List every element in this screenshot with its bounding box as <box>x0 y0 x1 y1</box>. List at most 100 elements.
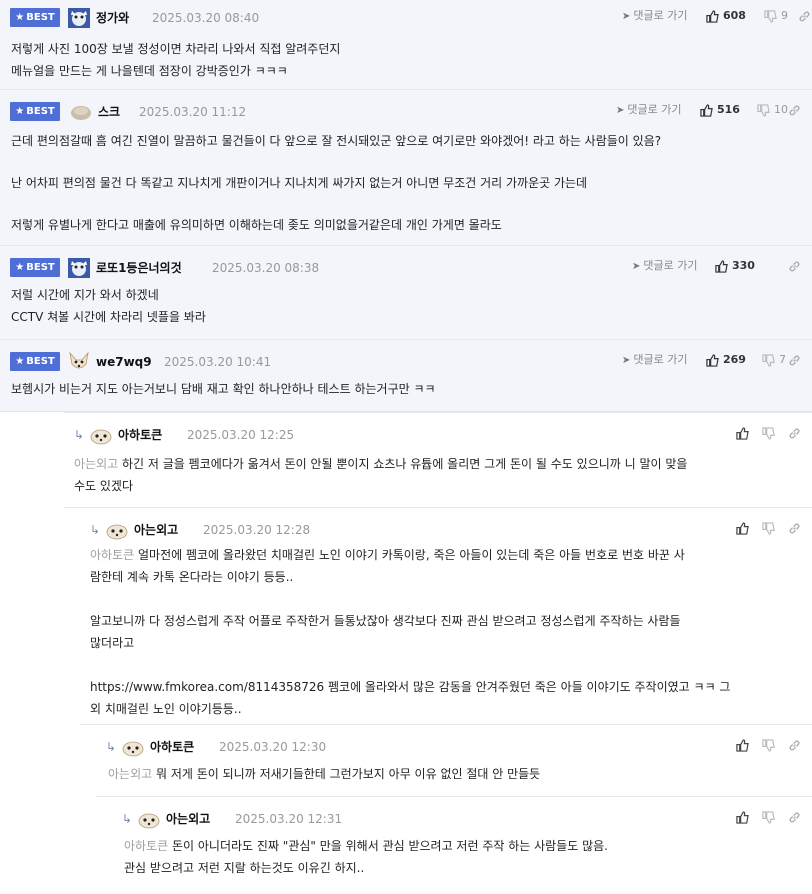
avatar[interactable] <box>68 8 90 28</box>
reply-target[interactable]: 아하토큰 <box>124 839 168 853</box>
dislike-button[interactable]: 9 <box>764 8 788 24</box>
best-badge: ★ BEST <box>10 352 60 371</box>
avatar[interactable] <box>70 102 92 122</box>
link-icon[interactable] <box>788 260 801 273</box>
reply-link[interactable]: ➤ 댓글로 가기 <box>622 8 688 25</box>
nickname[interactable]: 정가와 <box>96 8 129 28</box>
reply-arrow-icon: ↳ <box>74 428 85 442</box>
avatar[interactable] <box>106 522 128 540</box>
thumbs-up-icon[interactable] <box>736 522 749 535</box>
comment-date: 2025.03.20 12:30 <box>219 740 327 754</box>
send-arrow-icon: ➤ <box>622 11 631 22</box>
avatar[interactable] <box>138 811 160 829</box>
thumbs-down-icon[interactable] <box>762 427 775 440</box>
dislike-button[interactable]: 7 <box>762 352 786 368</box>
link-icon[interactable] <box>798 10 811 23</box>
nickname[interactable]: 아하토큰 <box>118 425 162 445</box>
thumbs-up-icon <box>715 259 728 273</box>
comment-date: 2025.03.20 08:40 <box>152 11 260 25</box>
comment-date: 2025.03.20 12:31 <box>235 812 343 826</box>
star-icon: ★ <box>15 356 25 367</box>
reply-arrow-icon: ↳ <box>90 523 101 537</box>
star-icon: ★ <box>15 262 25 273</box>
comment-header: ↳ 아하토큰 2025.03.20 12:25 <box>74 425 812 445</box>
dislike-button[interactable]: 10 <box>757 102 788 118</box>
thumbs-up-icon[interactable] <box>736 739 749 752</box>
nickname[interactable]: 아하토큰 <box>150 737 194 757</box>
thumbs-down-icon <box>757 103 770 117</box>
thumbs-up-icon <box>700 103 713 117</box>
like-button[interactable]: 516 <box>700 102 740 118</box>
thumbs-up-icon[interactable] <box>736 811 749 824</box>
comment-header: ★ BEST 스크 2025.03.20 11:12 ➤ 댓글로 가기 516 10 <box>10 102 812 122</box>
reply-arrow-icon: ↳ <box>122 812 133 826</box>
comment-date: 2025.03.20 12:28 <box>203 523 311 537</box>
thumbs-down-icon[interactable] <box>762 811 775 824</box>
reply-arrow-icon: ↳ <box>106 740 117 754</box>
like-button[interactable]: 269 <box>706 352 746 368</box>
thumbs-up-icon[interactable] <box>736 427 749 440</box>
best-comment: ★ BEST we7wq9 2025.03.20 10:41 ➤ 댓글로 가기 26… <box>0 340 812 412</box>
thumbs-up-icon <box>706 9 719 23</box>
star-icon: ★ <box>15 106 25 117</box>
reply-target[interactable]: 아는외고 <box>108 767 152 781</box>
comment-body: 아하토큰 얼마전에 펨코에 올라왔던 치매걸린 노인 이야기 카톡이랑, 죽은 … <box>90 548 731 716</box>
comment-header: ↳ 아는외고 2025.03.20 12:28 <box>90 520 812 540</box>
best-comment: ★ BEST 스크 2025.03.20 11:12 ➤ 댓글로 가기 516 10… <box>0 90 812 246</box>
nickname[interactable]: 아는외고 <box>134 520 178 540</box>
link-icon[interactable] <box>788 522 801 535</box>
comment-date: 2025.03.20 12:25 <box>187 428 295 442</box>
best-comment: ★ BEST 정가와 2025.03.20 08:40 ➤ 댓글로 가기 608 9… <box>0 0 812 90</box>
comment-header: ★ BEST 정가와 2025.03.20 08:40 ➤ 댓글로 가기 608 9 <box>10 8 812 28</box>
link-icon[interactable] <box>788 104 801 117</box>
comment-body: 아하토큰 돈이 아니더라도 진짜 "관심" 만을 위해서 관심 받으려고 저런 … <box>124 839 608 875</box>
best-badge: ★ BEST <box>10 8 60 27</box>
like-button[interactable]: 330 <box>715 258 755 274</box>
thumbs-up-icon <box>706 353 719 367</box>
nickname[interactable]: 로또1등은너의것 <box>96 258 182 278</box>
thumbs-down-icon[interactable] <box>762 522 775 535</box>
nickname[interactable]: 스크 <box>98 102 120 122</box>
avatar[interactable] <box>122 739 144 757</box>
comment-header: ★ BEST 로또1등은너의것 2025.03.20 08:38 ➤ 댓글로 가기 … <box>10 258 812 278</box>
comment-date: 2025.03.20 10:41 <box>164 355 272 369</box>
best-badge: ★ BEST <box>10 258 60 277</box>
comment-body: 저럴 시간에 지가 와서 하겠네 CCTV 쳐볼 시간에 차라리 넷플을 봐라 <box>11 288 206 324</box>
link-icon[interactable] <box>788 811 801 824</box>
reply-link[interactable]: ➤ 댓글로 가기 <box>622 352 688 369</box>
avatar[interactable] <box>68 351 90 372</box>
reply-comment: ↳ 아는외고 2025.03.20 12:31 아하토큰 돈이 아니더라도 진짜… <box>112 797 812 893</box>
avatar[interactable] <box>68 258 90 278</box>
send-arrow-icon: ➤ <box>632 261 641 272</box>
reply-target[interactable]: 아는외고 <box>74 457 118 471</box>
link-icon[interactable] <box>788 739 801 752</box>
send-arrow-icon: ➤ <box>622 355 631 366</box>
nickname[interactable]: 아는외고 <box>166 809 210 829</box>
avatar[interactable] <box>90 427 112 445</box>
nickname[interactable]: we7wq9 <box>96 352 152 372</box>
comment-body: 보헴시가 비는거 지도 아는거보니 담배 재고 확인 하나안하나 테스트 하는거… <box>11 382 436 396</box>
link-icon[interactable] <box>788 354 801 367</box>
thumbs-down-icon[interactable] <box>762 739 775 752</box>
send-arrow-icon: ➤ <box>616 105 625 116</box>
comment-body: 저렇게 사진 100장 보낼 정성이면 차라리 나와서 직접 알려주던지 메뉴얼… <box>11 42 341 78</box>
comment-body: 근데 편의점갈때 흠 여긴 진열이 말끔하고 물건들이 다 앞으로 잘 전시돼있… <box>11 134 662 232</box>
comment-body: 아는외고 뭐 저게 돈이 되니까 저새기들한테 그런가보지 아무 이유 없인 절… <box>108 767 541 781</box>
comment-date: 2025.03.20 08:38 <box>212 261 320 275</box>
reply-comment: ↳ 아하토큰 2025.03.20 12:30 아는외고 뭐 저게 돈이 되니까… <box>96 725 812 797</box>
comment-body: 아는외고 하긴 저 글을 펨코에다가 옮겨서 돈이 안될 뿐이지 쇼츠나 유튭에… <box>74 457 688 493</box>
link-icon[interactable] <box>788 427 801 440</box>
thumbs-down-icon <box>762 353 775 367</box>
reply-link[interactable]: ➤ 댓글로 가기 <box>616 102 682 119</box>
like-button[interactable]: 608 <box>706 8 746 24</box>
best-badge: ★ BEST <box>10 102 60 121</box>
reply-comment: ↳ 아는외고 2025.03.20 12:28 아하토큰 얼마전에 펨코에 올라… <box>80 508 812 725</box>
reply-link[interactable]: ➤ 댓글로 가기 <box>632 258 698 275</box>
reply-comment: ↳ 아하토큰 2025.03.20 12:25 아는외고 하긴 저 글을 펨코에… <box>64 412 812 508</box>
star-icon: ★ <box>15 12 25 23</box>
reply-target[interactable]: 아하토큰 <box>90 548 134 562</box>
comment-header: ★ BEST we7wq9 2025.03.20 10:41 ➤ 댓글로 가기 26… <box>10 351 812 372</box>
best-comment: ★ BEST 로또1등은너의것 2025.03.20 08:38 ➤ 댓글로 가기 … <box>0 246 812 340</box>
comment-header: ↳ 아하토큰 2025.03.20 12:30 <box>106 737 812 757</box>
comment-header: ↳ 아는외고 2025.03.20 12:31 <box>122 809 812 829</box>
